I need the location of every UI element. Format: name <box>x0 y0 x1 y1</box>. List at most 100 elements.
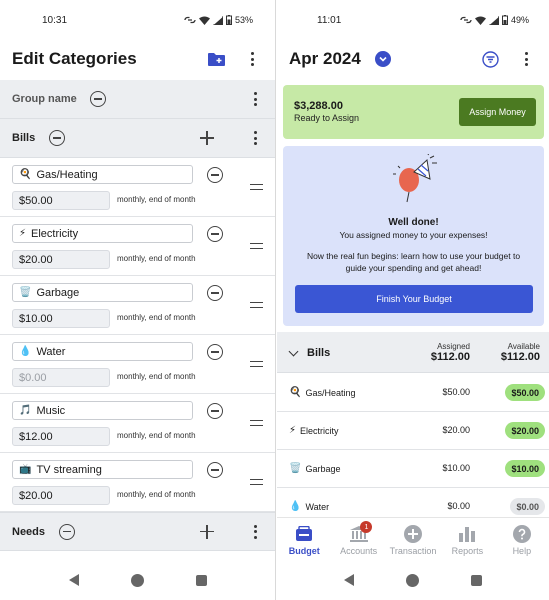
back-icon[interactable] <box>344 574 354 586</box>
group-name-label: Group name <box>12 93 77 105</box>
group-more-icon[interactable] <box>244 88 266 110</box>
category-target-field[interactable]: $0.00 <box>12 368 110 387</box>
budget-row[interactable]: 🍳 Gas/Heating $50.00 $50.00 <box>277 374 549 412</box>
group-name: Bills <box>307 347 331 359</box>
tab-accounts[interactable]: 1 Accounts <box>331 518 385 560</box>
category-target-field[interactable]: $20.00 <box>12 250 110 269</box>
add-category-icon[interactable] <box>200 131 214 145</box>
drag-handle-icon[interactable] <box>250 243 263 249</box>
tab-label: Accounts <box>340 546 378 556</box>
assigned-amount[interactable]: $20.00 <box>442 425 470 435</box>
status-time: 10:31 <box>42 14 68 26</box>
category-frequency: monthly, end of month <box>117 372 196 381</box>
add-folder-icon[interactable] <box>205 48 227 70</box>
tab-transaction[interactable]: Transaction <box>386 518 440 560</box>
remove-category-icon[interactable] <box>207 403 223 419</box>
category-name-field[interactable]: 📺 TV streaming <box>12 460 193 479</box>
month-selector[interactable]: Apr 2024 <box>289 49 479 69</box>
drag-handle-icon[interactable] <box>250 302 263 308</box>
category-frequency: monthly, end of month <box>117 313 196 322</box>
category-frequency: monthly, end of month <box>117 431 196 440</box>
category-name-field[interactable]: ⚡ Electricity <box>12 224 193 243</box>
category-emoji: 📺 <box>19 464 32 475</box>
drag-handle-icon[interactable] <box>250 184 263 190</box>
recents-icon[interactable] <box>195 574 207 586</box>
tab-help[interactable]: Help <box>495 518 549 560</box>
group-name-row: Group name <box>0 80 275 119</box>
category-row: ⚡ Electricity $20.00 monthly, end of mont… <box>0 217 275 276</box>
assigned-amount[interactable]: $10.00 <box>442 463 470 473</box>
home-icon[interactable] <box>406 573 419 587</box>
available-pill[interactable]: $20.00 <box>505 422 545 439</box>
group-more-icon[interactable] <box>244 127 266 149</box>
well-done-card: Well done! You assigned money to your ex… <box>283 146 544 326</box>
available-pill[interactable]: $0.00 <box>510 498 545 515</box>
category-name-field[interactable]: 💧 Water <box>12 342 193 361</box>
drag-handle-icon[interactable] <box>250 420 263 426</box>
assigned-amount[interactable]: $0.00 <box>447 501 470 511</box>
filter-icon[interactable] <box>479 48 501 70</box>
category-frequency: monthly, end of month <box>117 195 196 204</box>
finish-budget-button[interactable]: Finish Your Budget <box>295 285 533 313</box>
category-name: Garbage <box>305 463 341 474</box>
category-name: Water <box>36 345 66 358</box>
assigned-total: $112.00 <box>430 351 470 363</box>
add-category-icon[interactable] <box>200 524 214 539</box>
drag-handle-icon[interactable] <box>250 361 263 367</box>
remove-group-icon[interactable] <box>59 523 76 540</box>
more-options-icon[interactable] <box>515 48 537 70</box>
remove-category-icon[interactable] <box>207 285 223 301</box>
chevron-down-icon[interactable] <box>288 346 299 357</box>
group-header-bills: Bills <box>0 119 275 158</box>
assigned-label: Assigned <box>437 342 470 351</box>
budget-row[interactable]: ⚡ Electricity $20.00 $20.00 <box>277 412 549 450</box>
available-pill[interactable]: $50.00 <box>505 384 545 401</box>
bar-chart-icon <box>457 524 477 544</box>
battery-icon <box>225 15 232 25</box>
back-icon[interactable] <box>68 574 79 586</box>
tab-budget[interactable]: Budget <box>277 518 331 560</box>
category-name-field[interactable]: 🎵 Music <box>12 401 193 420</box>
category-name: TV streaming <box>36 463 102 476</box>
remove-category-icon[interactable] <box>207 462 223 478</box>
status-bar: 10:31 53% <box>0 0 275 40</box>
category-target-field[interactable]: $20.00 <box>12 486 110 505</box>
signal-icon <box>212 15 223 25</box>
group-header-bills[interactable]: Bills Assigned $112.00 Available $112.00 <box>277 332 549 373</box>
wifi-icon <box>198 16 210 25</box>
category-emoji: ⚡ <box>289 425 297 436</box>
more-options-icon[interactable] <box>241 48 263 70</box>
status-icons: 53% <box>184 15 253 25</box>
drag-handle-icon[interactable] <box>250 479 263 485</box>
wifi-icon <box>474 16 486 25</box>
status-bar: 11:01 49% <box>277 0 549 40</box>
app-bar: Apr 2024 <box>277 40 549 78</box>
remove-group-icon[interactable] <box>89 91 106 107</box>
assigned-amount[interactable]: $50.00 <box>442 387 470 397</box>
category-emoji: 🗑️ <box>289 463 302 474</box>
remove-group-icon[interactable] <box>49 130 66 146</box>
group-more-icon[interactable] <box>244 521 266 543</box>
category-name-field[interactable]: 🍳 Gas/Heating <box>12 165 193 184</box>
remove-category-icon[interactable] <box>207 167 223 183</box>
available-pill[interactable]: $10.00 <box>505 460 545 477</box>
page-title: Edit Categories <box>12 49 137 68</box>
status-time: 11:01 <box>317 14 342 26</box>
category-name-field[interactable]: 🗑️ Garbage <box>12 283 193 302</box>
category-target-field[interactable]: $10.00 <box>12 309 110 328</box>
group-header-needs: Needs <box>0 512 275 551</box>
system-nav-bar <box>0 560 275 600</box>
budget-row[interactable]: 🗑️ Garbage $10.00 $10.00 <box>277 450 549 488</box>
chevron-down-icon[interactable] <box>374 51 391 67</box>
category-name: Garbage <box>36 286 80 299</box>
category-target-field[interactable]: $12.00 <box>12 427 110 446</box>
home-icon[interactable] <box>130 573 144 587</box>
category-target-field[interactable]: $50.00 <box>12 191 110 210</box>
remove-category-icon[interactable] <box>207 344 223 360</box>
available-total: $112.00 <box>500 351 540 363</box>
remove-category-icon[interactable] <box>207 226 223 242</box>
assign-money-button[interactable]: Assign Money <box>459 98 536 126</box>
well-done-line1: You assigned money to your expenses! <box>339 230 488 240</box>
recents-icon[interactable] <box>471 574 482 586</box>
tab-reports[interactable]: Reports <box>440 518 494 560</box>
